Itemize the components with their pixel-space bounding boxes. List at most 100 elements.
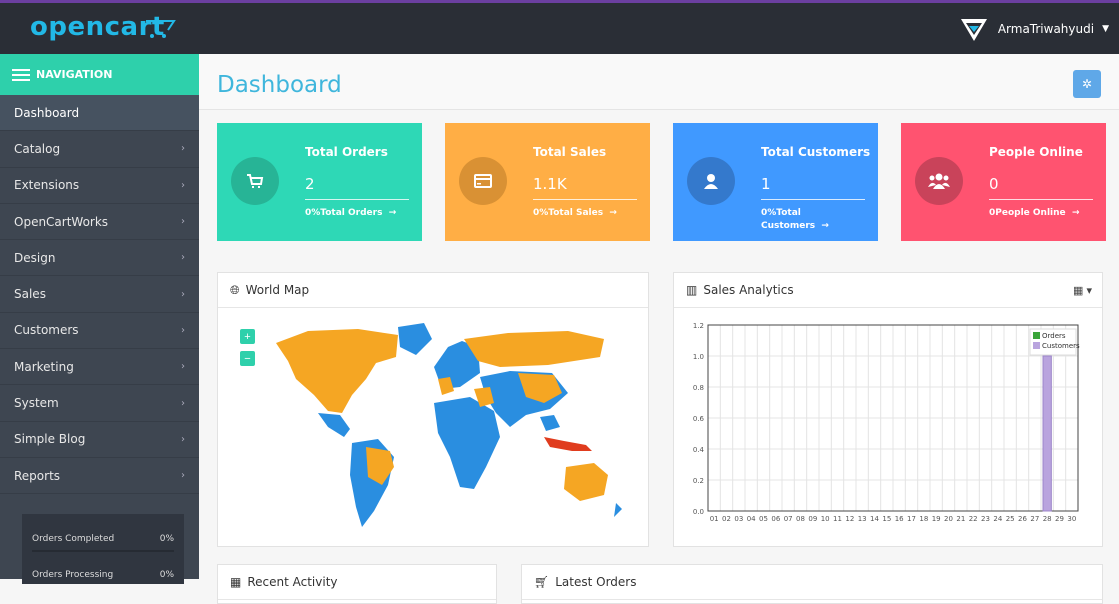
legend-swatch bbox=[1033, 332, 1040, 339]
world-map[interactable] bbox=[248, 317, 628, 539]
sidebar-item-simple-blog[interactable]: Simple Blog › bbox=[0, 422, 199, 458]
stat-value: 0% bbox=[159, 534, 174, 544]
caret-down-icon: ▼ bbox=[1102, 24, 1109, 34]
x-tick-label: 29 bbox=[1055, 515, 1064, 523]
arrow-right-icon: → bbox=[1071, 208, 1080, 218]
x-tick-label: 08 bbox=[796, 515, 805, 523]
arrow-right-icon: → bbox=[388, 208, 397, 218]
nav-header[interactable]: NAVIGATION bbox=[0, 54, 199, 95]
stat-tile-total-sales: Total Sales 1.1K 0%Total Sales → bbox=[445, 123, 650, 241]
x-tick-label: 14 bbox=[870, 515, 879, 523]
chevron-right-icon: › bbox=[181, 288, 185, 300]
x-tick-label: 27 bbox=[1030, 515, 1039, 523]
sidebar: NAVIGATION Dashboard Catalog › Extensions › O… bbox=[0, 54, 199, 584]
map-new-zealand bbox=[614, 503, 622, 517]
x-tick-label: 18 bbox=[919, 515, 928, 523]
page-header: Dashboard ✲ bbox=[199, 54, 1119, 110]
y-tick-label: 1.0 bbox=[693, 353, 704, 361]
x-tick-label: 07 bbox=[784, 515, 793, 523]
legend-label: Customers bbox=[1042, 342, 1080, 350]
sidebar-item-label: Dashboard bbox=[14, 105, 80, 120]
sidebar-item-label: Extensions bbox=[14, 178, 80, 193]
menu-icon bbox=[12, 68, 30, 81]
map-north-america bbox=[276, 329, 398, 413]
map-indonesia bbox=[544, 437, 592, 451]
map-se-asia bbox=[540, 415, 560, 431]
settings-button[interactable]: ✲ bbox=[1073, 70, 1101, 98]
x-tick-label: 02 bbox=[722, 515, 731, 523]
latest-orders-panel: 🛒︎ Latest Orders bbox=[521, 564, 1103, 604]
tile-link[interactable]: 0%Total Sales → bbox=[533, 207, 643, 220]
sidebar-item-label: Simple Blog bbox=[14, 432, 86, 447]
chevron-right-icon: › bbox=[181, 433, 185, 445]
sidebar-item-label: Marketing bbox=[14, 359, 74, 374]
tile-link[interactable]: 0%Total Customers → bbox=[761, 207, 871, 233]
x-tick-label: 10 bbox=[821, 515, 830, 523]
panel-header: 🛒︎ Latest Orders bbox=[522, 565, 1102, 600]
panel-title: Sales Analytics bbox=[703, 283, 794, 297]
tile-title: Total Customers bbox=[761, 145, 871, 159]
sidebar-item-catalog[interactable]: Catalog › bbox=[0, 131, 199, 168]
sidebar-item-label: OpenCartWorks bbox=[14, 214, 109, 229]
chevron-right-icon: › bbox=[181, 216, 185, 228]
x-tick-label: 17 bbox=[907, 515, 916, 523]
nav-header-label: NAVIGATION bbox=[36, 68, 113, 81]
sales-chart: 0.0 0.2 0.4 0.6 0.8 1.0 1.2 01 02 03 04 05 06 07 08 09 1… bbox=[693, 322, 1080, 523]
y-tick-label: 0.0 bbox=[693, 508, 704, 516]
stat-orders-completed: Orders Completed 0% bbox=[32, 520, 174, 558]
stat-orders-processing: Orders Processing 0% bbox=[32, 556, 174, 594]
x-tick-label: 03 bbox=[734, 515, 743, 523]
arrow-right-icon: → bbox=[821, 221, 829, 231]
tile-value: 1 bbox=[761, 175, 771, 193]
panel-title: World Map bbox=[245, 283, 310, 297]
tile-value: 0 bbox=[989, 175, 999, 193]
bar-chart-icon: ▥ bbox=[686, 283, 698, 297]
chevron-right-icon: › bbox=[181, 179, 185, 191]
sidebar-item-marketing[interactable]: Marketing › bbox=[0, 349, 199, 386]
map-russia bbox=[464, 331, 604, 367]
stat-progress bbox=[32, 550, 174, 552]
map-australia bbox=[564, 463, 608, 501]
calendar-dropdown-icon[interactable]: ▦ ▾ bbox=[1073, 284, 1092, 297]
x-tick-label: 23 bbox=[981, 515, 990, 523]
chevron-right-icon: › bbox=[181, 324, 185, 336]
tile-divider bbox=[305, 199, 409, 200]
stat-tile-people-online: People Online 0 0People Online → bbox=[901, 123, 1106, 241]
cart-logo-icon bbox=[146, 20, 176, 38]
x-tick-label: 28 bbox=[1043, 515, 1052, 523]
tile-divider bbox=[761, 199, 865, 200]
x-tick-label: 24 bbox=[993, 515, 1002, 523]
chevron-right-icon: › bbox=[181, 470, 185, 482]
x-tick-label: 05 bbox=[759, 515, 768, 523]
world-map-panel: 🌐︎ World Map + − bbox=[217, 272, 649, 547]
x-tick-label: 21 bbox=[956, 515, 965, 523]
cart-icon bbox=[231, 157, 279, 205]
sidebar-item-label: Sales bbox=[14, 287, 46, 302]
x-tick-label: 19 bbox=[932, 515, 941, 523]
tile-value: 2 bbox=[305, 175, 315, 193]
page-title: Dashboard bbox=[217, 72, 342, 98]
sidebar-item-customers[interactable]: Customers › bbox=[0, 313, 199, 350]
x-tick-label: 09 bbox=[808, 515, 817, 523]
sidebar-item-dashboard[interactable]: Dashboard bbox=[0, 95, 199, 132]
y-tick-label: 1.2 bbox=[693, 322, 704, 330]
sidebar-item-sales[interactable]: Sales › bbox=[0, 276, 199, 313]
tile-link[interactable]: 0%Total Orders → bbox=[305, 207, 415, 220]
tile-link-label: 0%Total Orders bbox=[305, 208, 383, 218]
tile-title: Total Sales bbox=[533, 145, 607, 159]
user-icon bbox=[687, 157, 735, 205]
sidebar-item-opencartworks[interactable]: OpenCartWorks › bbox=[0, 204, 199, 241]
globe-icon: 🌐︎ bbox=[230, 282, 240, 297]
sidebar-item-system[interactable]: System › bbox=[0, 385, 199, 422]
gear-icon: ✲ bbox=[1081, 77, 1093, 91]
sidebar-item-design[interactable]: Design › bbox=[0, 240, 199, 277]
user-menu[interactable]: ArmaTriwahyudi ▼ bbox=[958, 15, 1109, 43]
sidebar-item-extensions[interactable]: Extensions › bbox=[0, 168, 199, 204]
tile-divider bbox=[989, 199, 1093, 200]
sidebar-item-reports[interactable]: Reports › bbox=[0, 458, 199, 495]
tile-link[interactable]: 0People Online → bbox=[989, 207, 1099, 220]
avatar-logo-icon bbox=[960, 19, 987, 41]
x-tick-label: 20 bbox=[944, 515, 953, 523]
tile-link-label: 0%Total Customers bbox=[761, 208, 816, 231]
sidebar-item-label: Design bbox=[14, 250, 56, 265]
